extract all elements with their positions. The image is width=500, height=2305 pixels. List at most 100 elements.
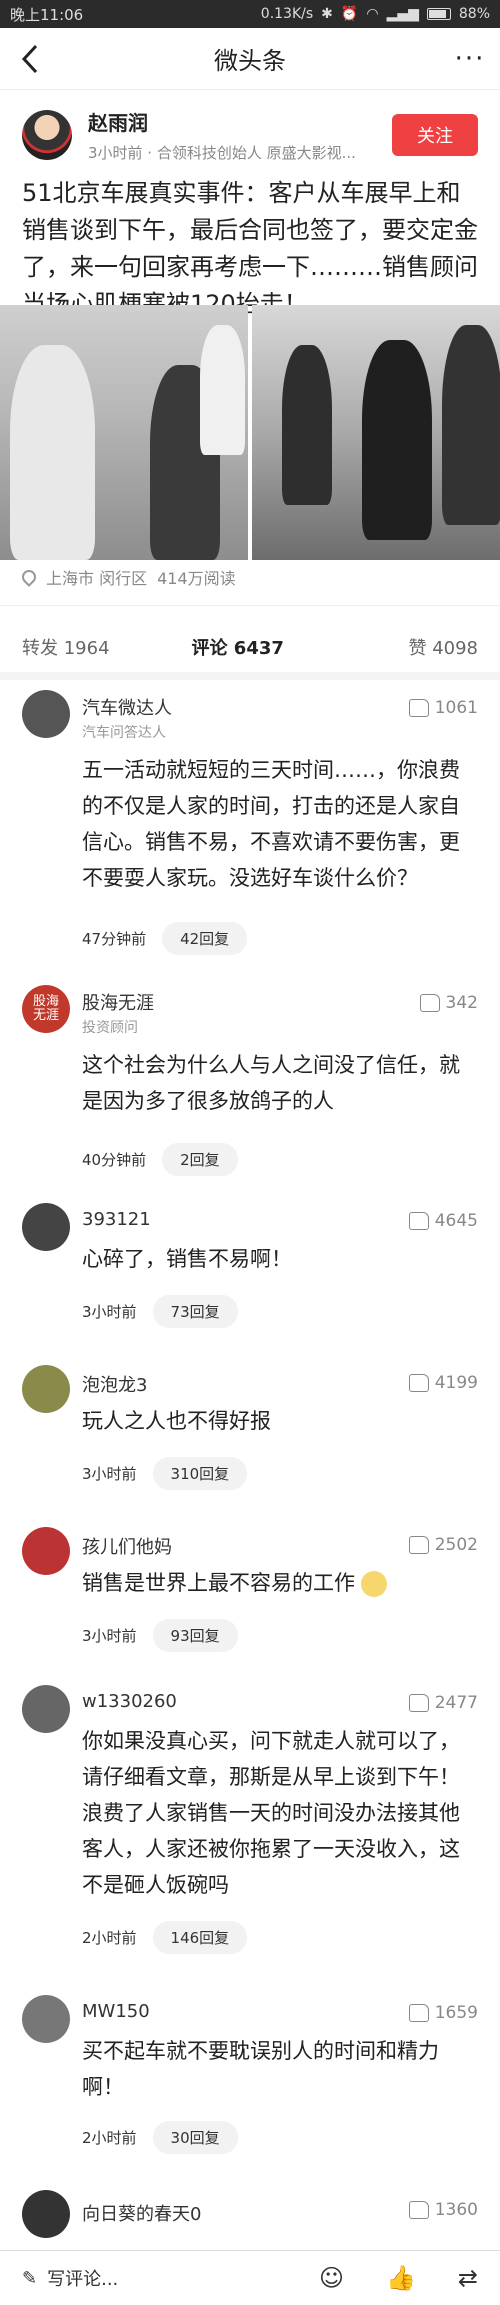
comment-footer: 2小时前 30回复 bbox=[82, 2121, 238, 2154]
avatar-label: 股海无涯 bbox=[32, 994, 59, 1023]
like-count: 342 bbox=[445, 993, 478, 1013]
comment-like-button[interactable]: 1360 bbox=[408, 2200, 478, 2220]
thumbs-up-icon bbox=[408, 1536, 429, 1554]
reply-count-button[interactable]: 310回复 bbox=[152, 1457, 248, 1490]
comment-time: 2小时前 bbox=[82, 1929, 137, 1947]
more-button[interactable]: ··· bbox=[440, 44, 500, 74]
reply-count-button[interactable]: 73回复 bbox=[152, 1295, 238, 1328]
section-divider bbox=[0, 672, 500, 680]
comment-footer: 47分钟前 42回复 bbox=[82, 922, 248, 955]
comment-like-button[interactable]: 1061 bbox=[408, 698, 478, 718]
signal-icon: ▂▄▆ bbox=[386, 6, 419, 22]
commenter-avatar[interactable] bbox=[22, 1685, 70, 1733]
read-count: 414万阅读 bbox=[157, 569, 236, 588]
thumbs-up-icon bbox=[408, 1374, 429, 1392]
like-count: 4199 bbox=[434, 1373, 478, 1393]
location-place: 上海市 闵行区 bbox=[46, 569, 148, 588]
battery-level: 88% bbox=[458, 6, 490, 22]
comment-like-button[interactable]: 342 bbox=[419, 993, 478, 1013]
comment-text: 销售是世界上最不容易的工作 bbox=[82, 1565, 478, 1601]
commenter-name[interactable]: 向日葵的春天0 bbox=[82, 2200, 201, 2226]
commenter-avatar[interactable] bbox=[22, 1995, 70, 2043]
commenter-name[interactable]: 股海无涯 bbox=[82, 989, 154, 1015]
comment-time: 3小时前 bbox=[82, 1465, 137, 1483]
tab-comment[interactable]: 评论 6437 bbox=[192, 634, 284, 660]
commenter-title: 投资顾问 bbox=[82, 1020, 138, 1036]
commenter-avatar[interactable] bbox=[22, 1365, 70, 1413]
comment-time: 3小时前 bbox=[82, 1627, 137, 1645]
comment-like-button[interactable]: 4645 bbox=[408, 1211, 478, 1231]
comment-text: 这个社会为什么人与人之间没了信任，就是因为多了很多放鸽子的人 bbox=[82, 1053, 460, 1113]
thumbs-up-icon bbox=[419, 994, 440, 1012]
comment-time: 3小时前 bbox=[82, 1303, 137, 1321]
comment-text: 你如果没真心买，问下就走人就可以了，请仔细看文章，那斯是从早上谈到下午！浪费了人… bbox=[82, 1729, 460, 1897]
author-header: 赵雨润 3小时前 · 合领科技创始人 原盛大影视... 关注 bbox=[22, 100, 478, 170]
alarm-icon: ⏰ bbox=[340, 6, 359, 22]
cry-emoji-icon bbox=[361, 1571, 387, 1597]
follow-button[interactable]: 关注 bbox=[392, 114, 478, 156]
commenter-avatar[interactable] bbox=[22, 690, 70, 738]
comment-like-button[interactable]: 1659 bbox=[408, 2003, 478, 2023]
comment-text: 五一活动就短短的三天时间……，你浪费的不仅是人家的时间，打击的还是人家自信心。销… bbox=[82, 758, 460, 890]
comment-footer: 2小时前 146回复 bbox=[82, 1921, 248, 1954]
comment-text: 心碎了，销售不易啊！ bbox=[82, 1247, 292, 1271]
comment-time: 2小时前 bbox=[82, 2129, 137, 2147]
share-icon[interactable]: ⇄ bbox=[458, 2264, 478, 2292]
tab-repost[interactable]: 转发 1964 bbox=[22, 634, 110, 660]
divider bbox=[0, 605, 500, 606]
post-image-2[interactable] bbox=[252, 305, 500, 560]
back-button[interactable] bbox=[0, 28, 60, 90]
comment-like-button[interactable]: 2502 bbox=[408, 1535, 478, 1555]
reply-count-button[interactable]: 93回复 bbox=[152, 1619, 238, 1652]
thumbs-up-icon bbox=[408, 2201, 429, 2219]
write-comment-input[interactable]: ✎ 写评论... bbox=[22, 2265, 262, 2291]
wifi-icon: ◠ bbox=[366, 6, 379, 22]
more-dots-icon: ··· bbox=[454, 43, 486, 74]
comment-footer: 3小时前 310回复 bbox=[82, 1457, 248, 1490]
thumbs-up-icon bbox=[408, 1212, 429, 1230]
author-avatar[interactable] bbox=[22, 110, 72, 160]
reply-count-button[interactable]: 42回复 bbox=[162, 922, 248, 955]
network-speed: 0.13K/s bbox=[260, 6, 314, 22]
like-count: 1360 bbox=[434, 2200, 478, 2220]
thumbs-up-icon bbox=[408, 1694, 429, 1712]
commenter-avatar[interactable] bbox=[22, 1203, 70, 1251]
author-meta: 3小时前 · 合领科技创始人 原盛大影视... bbox=[88, 144, 356, 162]
commenter-avatar[interactable] bbox=[22, 2190, 70, 2238]
like-count: 1061 bbox=[434, 698, 478, 718]
write-comment-placeholder: 写评论... bbox=[47, 2269, 119, 2290]
battery-icon bbox=[426, 8, 451, 20]
status-time: 晚上11:06 bbox=[10, 5, 84, 24]
comment-footer: 40分钟前 2回复 bbox=[82, 1143, 238, 1176]
like-icon[interactable]: 👍 bbox=[386, 2264, 416, 2292]
emoji-icon[interactable]: ☺ bbox=[319, 2264, 344, 2292]
post-images bbox=[0, 305, 500, 560]
commenter-name[interactable]: 汽车微达人 bbox=[82, 694, 172, 720]
commenter-avatar[interactable]: 股海无涯 bbox=[22, 985, 70, 1033]
commenter-name[interactable]: MW150 bbox=[82, 2001, 150, 2022]
comment-like-button[interactable]: 2477 bbox=[408, 1693, 478, 1713]
like-count: 2502 bbox=[434, 1535, 478, 1555]
comment-text: 玩人之人也不得好报 bbox=[82, 1409, 271, 1433]
comment-text: 买不起车就不要耽误别人的时间和精力啊！ bbox=[82, 2039, 439, 2099]
reply-count-button[interactable]: 30回复 bbox=[152, 2121, 238, 2154]
post-image-1[interactable] bbox=[0, 305, 248, 560]
comment-time: 40分钟前 bbox=[82, 1151, 147, 1169]
commenter-name[interactable]: w1330260 bbox=[82, 1691, 177, 1712]
comment-footer: 3小时前 93回复 bbox=[82, 1619, 238, 1652]
reply-count-button[interactable]: 146回复 bbox=[152, 1921, 248, 1954]
pen-icon: ✎ bbox=[22, 2267, 38, 2289]
tab-like[interactable]: 赞 4098 bbox=[408, 634, 478, 660]
engagement-tabs: 转发 1964 评论 6437 赞 4098 bbox=[0, 625, 500, 669]
comment-body: 销售是世界上最不容易的工作 bbox=[82, 1571, 355, 1595]
author-name[interactable]: 赵雨润 bbox=[88, 107, 392, 136]
comment-like-button[interactable]: 4199 bbox=[408, 1373, 478, 1393]
chevron-left-icon bbox=[21, 44, 38, 73]
bluetooth-icon: ✱ bbox=[321, 6, 333, 22]
commenter-name[interactable]: 泡泡龙3 bbox=[82, 1371, 147, 1397]
commenter-name[interactable]: 孩儿们他妈 bbox=[82, 1533, 172, 1559]
comment-footer: 3小时前 73回复 bbox=[82, 1295, 238, 1328]
reply-count-button[interactable]: 2回复 bbox=[162, 1143, 238, 1176]
commenter-name[interactable]: 393121 bbox=[82, 1209, 151, 1230]
commenter-avatar[interactable] bbox=[22, 1527, 70, 1575]
